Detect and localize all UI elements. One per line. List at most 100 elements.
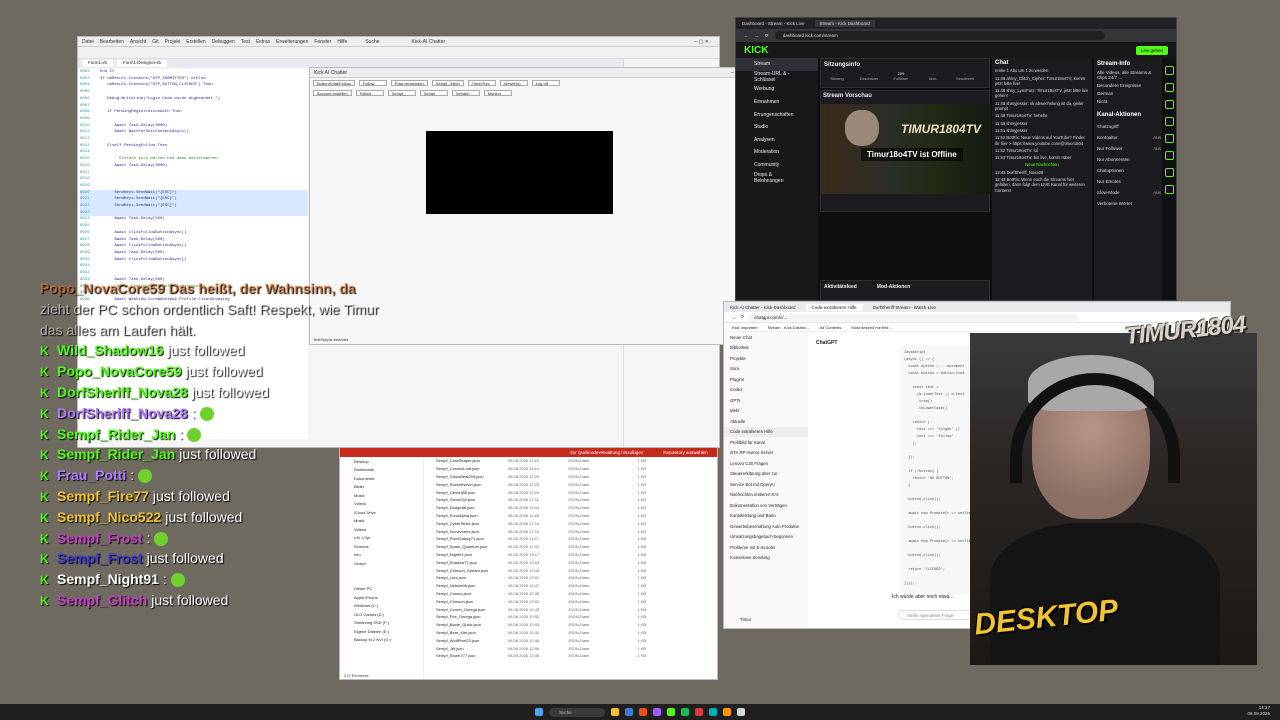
app-icon[interactable]: [709, 708, 717, 716]
browser-tab[interactable]: Code-extrahieren Hilfe: [805, 303, 863, 311]
channel-action[interactable]: Nur Emotes: [1097, 179, 1161, 184]
vs-menu-item[interactable]: Datei: [82, 39, 94, 45]
tool-icon[interactable]: [1164, 83, 1174, 92]
tool-icon[interactable]: [1164, 100, 1174, 109]
kick-nav-item[interactable]: Werbung: [736, 83, 818, 96]
tool-icon[interactable]: [1164, 185, 1174, 194]
kc-control[interactable]: Follow: [358, 80, 387, 86]
tool-icon[interactable]: [1164, 168, 1174, 177]
app-icon[interactable]: [653, 708, 661, 716]
app-icon[interactable]: [695, 708, 703, 716]
chatgpt-sidebar-item[interactable]: Neuer Chat: [724, 332, 808, 343]
back-icon[interactable]: ←: [744, 33, 749, 38]
kc-control[interactable]: Follow: [355, 90, 384, 96]
tool-icon[interactable]: [1164, 134, 1174, 143]
explorer-nav-item[interactable]: Backup M.2 NVI (G:): [340, 636, 423, 645]
chatgpt-sidebar-item[interactable]: Nachrichten imitieren KIV: [724, 490, 808, 501]
taskbar-search[interactable]: Suche: [549, 707, 605, 717]
tool-icon[interactable]: [1164, 151, 1174, 160]
bookmark[interactable]: All Contents: [820, 325, 842, 330]
kick-nav-item[interactable]: Studio: [736, 121, 818, 134]
chatgpt-sidebar-item[interactable]: Plugins: [724, 374, 808, 385]
vs-tab[interactable]: Form1.vb: [82, 60, 114, 67]
vs-menu-item[interactable]: Debuggen: [212, 39, 235, 45]
chatgpt-sidebar-item[interactable]: Profilbild für Kanal: [724, 437, 808, 448]
chatgpt-sidebar-item[interactable]: Service Bot mit OpenAI: [724, 479, 808, 490]
kc-control[interactable]: Senden: [451, 90, 480, 96]
reload-icon[interactable]: ⟳: [765, 33, 769, 39]
kick-nav-item[interactable]: Einnahmen: [736, 96, 818, 109]
explorer-nav-item[interactable]: Eigene Dateien (E:): [340, 627, 423, 636]
vs-menu-item[interactable]: Erstellen: [186, 39, 205, 45]
file-row[interactable]: Sempf_Fire_Omega.json 08.08.2026 12:52 JSO…: [428, 613, 717, 621]
channel-action[interactable]: Chatoptionen: [1097, 168, 1161, 173]
chatgpt-sidebar-item[interactable]: Bibliothek: [724, 343, 808, 354]
browser-tab[interactable]: Dashboard - Stream - Kick Live: [742, 21, 805, 26]
kick-nav-item[interactable]: Drops & Belohnungen: [736, 171, 818, 184]
chatgpt-sidebar-item[interactable]: Codex: [724, 385, 808, 396]
vs-search[interactable]: Suche: [365, 39, 379, 45]
vs-menu-item[interactable]: Ansicht: [130, 39, 146, 45]
chatgpt-sidebar-item[interactable]: Mehr: [724, 406, 808, 417]
app-icon[interactable]: [667, 708, 675, 716]
kc-control[interactable]: Timer/Sec: [467, 80, 496, 86]
file-row[interactable]: Sempf_WolfPixel23.json 08.08.2026 12:46 JS…: [428, 636, 717, 644]
app-icon[interactable]: [681, 708, 689, 716]
chatgpt-sidebar-item[interactable]: Aktuelle: [724, 416, 808, 427]
channel-action[interactable]: Chatzugriff: [1097, 124, 1161, 129]
vs-menu-item[interactable]: Projekt: [165, 39, 181, 45]
chatgpt-sidebar-item[interactable]: Code extrahieren Hilfe: [724, 426, 808, 437]
chatgpt-sidebar-item[interactable]: Gewerbebeschaftung Auto Produkte: [724, 521, 808, 532]
explorer-nav-item[interactable]: OLD Games (D:): [340, 610, 423, 619]
start-icon[interactable]: [535, 708, 543, 716]
window-controls[interactable]: ─ ▢ ✕: [694, 39, 709, 45]
kick-nav-item[interactable]: Stream: [736, 58, 818, 71]
channel-action[interactable]: Verbotene Wörter: [1097, 201, 1161, 206]
browser-tab[interactable]: DorfSheriff Stream - Watch Live: [873, 305, 936, 310]
app-icon[interactable]: [639, 708, 647, 716]
go-live-button[interactable]: Live gehen: [1135, 45, 1168, 55]
kc-control[interactable]: Sempf: [419, 90, 448, 96]
channel-action[interactable]: Slow-Mode Aus: [1097, 190, 1161, 195]
add-to-source-control[interactable]: Zur Quellcodeverwaltung hinzufügen: [570, 450, 643, 455]
vs-menu-item[interactable]: Bearbeiten: [100, 39, 124, 45]
app-icon[interactable]: [723, 708, 731, 716]
kick-nav-item[interactable]: Moderation: [736, 146, 818, 159]
channel-action[interactable]: Nur Abonnenten: [1097, 157, 1161, 162]
app-icon[interactable]: [737, 708, 745, 716]
kick-nav-item[interactable]: Community: [736, 159, 818, 172]
chatgpt-sidebar-item[interactable]: Dokumentation von Verträgen: [724, 500, 808, 511]
vs-menu-item[interactable]: Erweiterungen: [276, 39, 308, 45]
chatgpt-sidebar-item[interactable]: GPTs: [724, 395, 808, 406]
chatgpt-sidebar-item[interactable]: Steuererklärung über zur: [724, 469, 808, 480]
app-icon[interactable]: [625, 708, 633, 716]
kc-control[interactable]: Button/Chat/Follow: [313, 80, 355, 86]
vs-menu-item[interactable]: Git: [152, 39, 158, 45]
bookmark[interactable]: Most desired me first ...: [851, 325, 893, 330]
chatgpt-sidebar-item[interactable]: Kostenlose Sendung: [724, 553, 808, 564]
file-row[interactable]: Sempf_Storm777.json 08.08.2026 13:08 JSON-…: [428, 652, 717, 660]
vs-menu-item[interactable]: Fenster: [314, 39, 331, 45]
bookmark[interactable]: Stream - Kick Dashbo...: [768, 325, 810, 330]
chatgpt-sidebar-item[interactable]: Probleme mit E-Scooter: [724, 542, 808, 553]
bookmark[interactable]: Kick Importiert: [732, 325, 758, 330]
chatgpt-sidebar-item[interactable]: Lenovo C30 Fragen: [724, 458, 808, 469]
kc-control[interactable]: Pfad verwenden: [390, 80, 428, 86]
kc-control[interactable]: Viewer(s): [499, 80, 528, 86]
taskbar-clock[interactable]: 14:27 08.08.2026: [1247, 705, 1270, 717]
reload-icon[interactable]: ⟳: [741, 314, 745, 320]
kick-nav-item[interactable]: Stream-URL & -Schlüssel: [736, 71, 818, 84]
file-row[interactable]: Sempf_Bear_Kite.json 08.08.2026 12:32 JSON…: [428, 629, 717, 637]
user-name[interactable]: Timur: [740, 617, 751, 622]
channel-action[interactable]: Kontoalter Aus: [1097, 135, 1161, 140]
kc-control[interactable]: Sempf_: [387, 90, 416, 96]
back-icon[interactable]: ←: [732, 315, 737, 320]
browser-tab[interactable]: Kick AI Chatter - Kick Dashboard: [730, 305, 796, 310]
chatgpt-sidebar-item[interactable]: Umsatzungsbogebuch begonnen: [724, 532, 808, 543]
vs-toolbar[interactable]: [78, 47, 719, 59]
kc-control[interactable]: Sempf_Glitch: [431, 80, 464, 86]
kc-control[interactable]: Monitor: [483, 90, 512, 96]
url-field[interactable]: dashboard.kick.com/stream: [774, 31, 1105, 40]
vs-menu-item[interactable]: Extras: [256, 39, 270, 45]
forward-icon[interactable]: →: [755, 33, 760, 38]
